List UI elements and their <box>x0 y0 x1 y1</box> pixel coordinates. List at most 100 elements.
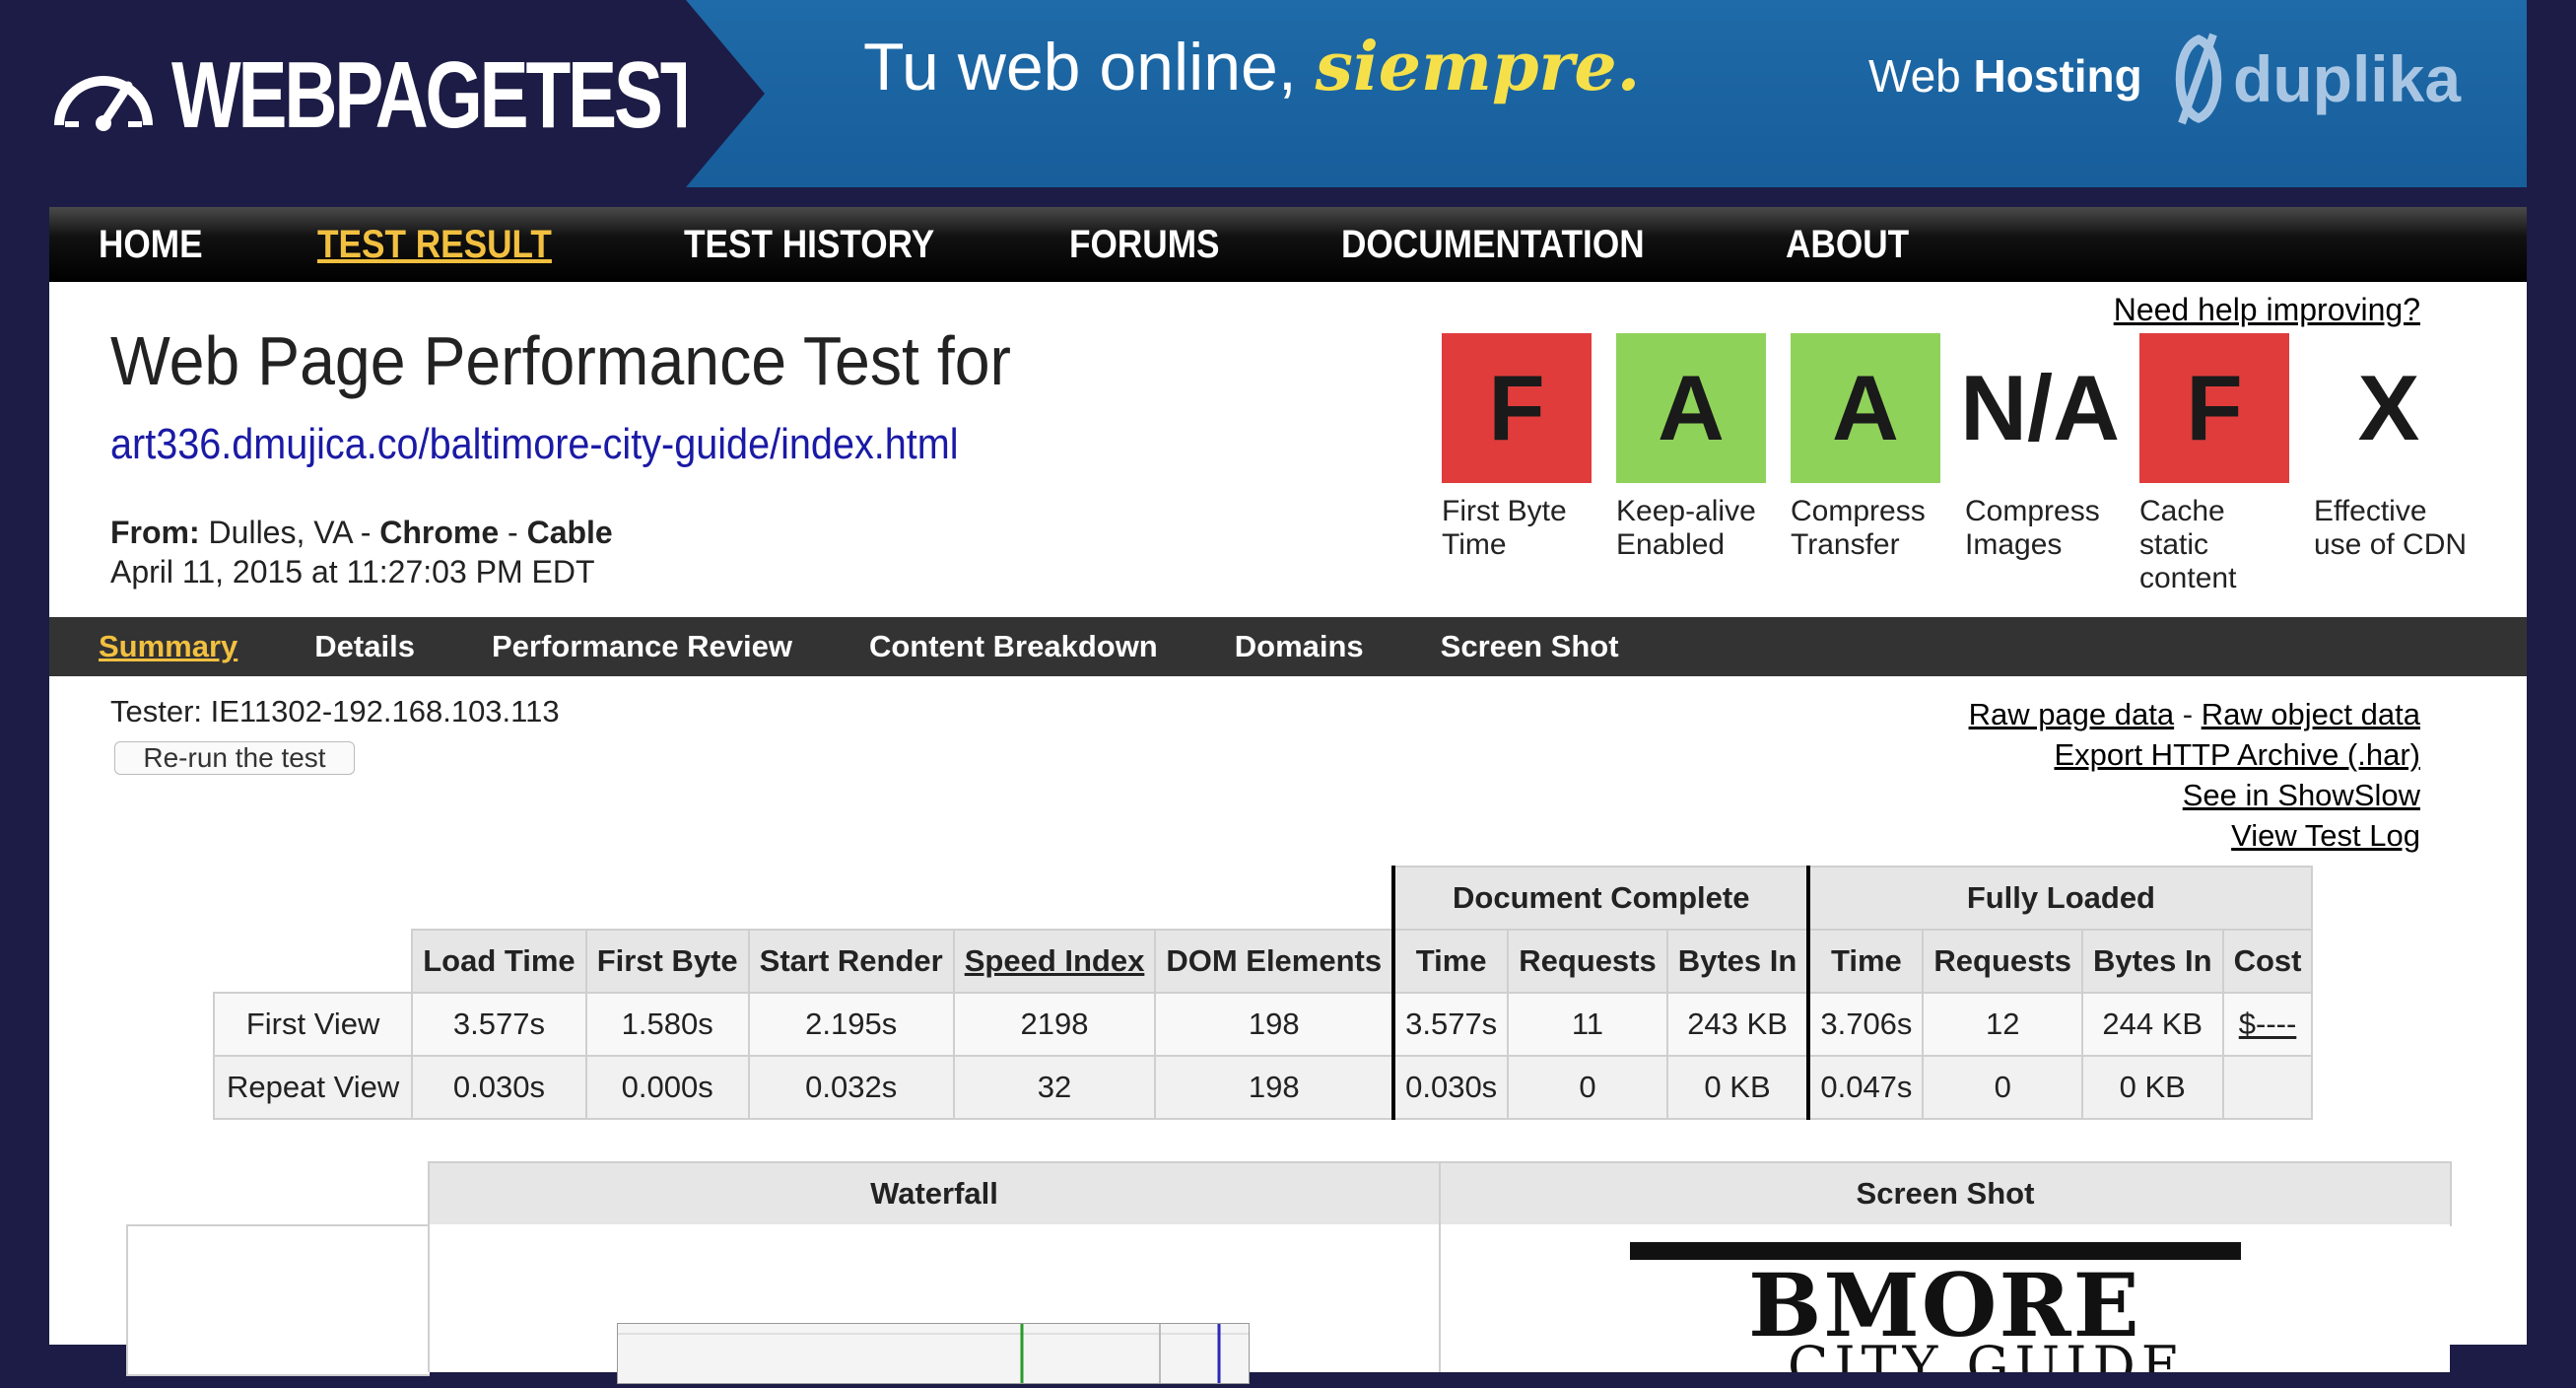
table-cell: 244 KB <box>2080 992 2224 1057</box>
grade-compress-transfer[interactable]: A Compress Transfer <box>1791 333 1965 595</box>
nav-about[interactable]: ABOUT <box>1786 223 1909 267</box>
table-cell: 0.000s <box>584 1055 750 1120</box>
test-log-link[interactable]: View Test Log <box>2231 818 2420 853</box>
tester-info: Tester: IE11302-192.168.103.113 <box>110 694 560 729</box>
need-help-link[interactable]: Need help improving? <box>2114 292 2420 328</box>
grade-label: Cache static content <box>2139 495 2237 594</box>
row-label: First View <box>212 992 414 1057</box>
screenshot-header: Screen Shot <box>1439 1161 2452 1226</box>
raw-object-data-link[interactable]: Raw object data <box>2202 697 2420 731</box>
table-cell: 243 KB <box>1665 992 1810 1057</box>
table-cell: 0 KB <box>2080 1055 2224 1120</box>
grade-label: Keep-alive Enabled <box>1616 495 1756 561</box>
banner-tagline-text: Tu web online, <box>863 30 1297 104</box>
media-panels: Waterfall Screen Shot BMORE CITY GUIDE <box>126 1161 2479 1384</box>
group-fully-loaded: Fully Loaded <box>1806 866 2314 931</box>
tab-domains[interactable]: Domains <box>1235 629 1364 664</box>
table-cell: 0 <box>1922 1055 2083 1120</box>
col-first-byte: First Byte <box>584 929 750 994</box>
grade-compress-images[interactable]: N/A Compress Images <box>1960 333 2139 595</box>
tab-details[interactable]: Details <box>314 629 415 664</box>
table-cell: 198 <box>1154 992 1395 1057</box>
tab-summary[interactable]: Summary <box>99 629 237 664</box>
grade-keep-alive[interactable]: A Keep-alive Enabled <box>1616 333 1791 595</box>
waterfall-thumbnail[interactable] <box>617 1323 1250 1384</box>
table-cell: 32 <box>952 1055 1157 1120</box>
banner-host-bold: Hosting <box>1973 50 2142 102</box>
table-cell: 0.047s <box>1806 1055 1925 1120</box>
table-cell: 11 <box>1507 992 1668 1057</box>
col-full-bytes: Bytes In <box>2080 929 2224 994</box>
grade-label: First Byte Time <box>1442 495 1567 561</box>
speedometer-icon <box>54 76 153 131</box>
col-load-time: Load Time <box>411 929 587 994</box>
export-har-link[interactable]: Export HTTP Archive (.har) <box>2054 737 2420 772</box>
table-cell: 198 <box>1154 1055 1395 1120</box>
grade-cdn[interactable]: X Effective use of CDN <box>2314 333 2488 595</box>
cost-link[interactable]: $---- <box>2221 992 2314 1057</box>
col-full-time: Time <box>1806 929 1925 994</box>
from-label: From: <box>110 515 200 550</box>
raw-page-data-link[interactable]: Raw page data <box>1969 697 2175 731</box>
col-doc-requests: Requests <box>1507 929 1668 994</box>
result-subnav: Summary Details Performance Review Conte… <box>49 617 2527 676</box>
banner-tagline: Tu web online, siempre. <box>863 28 1640 106</box>
banner-brand: duplika <box>2164 30 2461 128</box>
thumb-subtitle: CITY GUIDE <box>1788 1335 2187 1372</box>
test-date: April 11, 2015 at 11:27:03 PM EDT <box>110 554 595 590</box>
table-cell: 3.577s <box>411 992 587 1057</box>
table-cell: 2.195s <box>747 992 955 1057</box>
tab-performance-review[interactable]: Performance Review <box>492 629 792 664</box>
banner-brand-text: duplika <box>2233 42 2462 115</box>
table-cell: 1.580s <box>584 992 750 1057</box>
from-location: Dulles, VA <box>208 515 352 550</box>
grade-badge: A <box>1616 333 1766 483</box>
ad-banner[interactable]: Tu web online, siempre. Web Hosting dupl… <box>686 0 2527 187</box>
table-corner <box>214 930 413 994</box>
results-table: Document Complete Fully Loaded Load Time… <box>212 866 2314 1120</box>
tab-screen-shot[interactable]: Screen Shot <box>1441 629 1619 664</box>
table-cell <box>2221 1055 2314 1120</box>
col-full-requests: Requests <box>1922 929 2083 994</box>
row-label: Repeat View <box>212 1055 414 1120</box>
nav-test-history[interactable]: TEST HISTORY <box>684 223 934 267</box>
table-cell: 0.030s <box>1391 1055 1510 1120</box>
showslow-link[interactable]: See in ShowSlow <box>2183 778 2420 812</box>
grade-label: Compress Images <box>1965 495 2100 561</box>
nav-documentation[interactable]: DOCUMENTATION <box>1341 223 1645 267</box>
col-speed-index-link[interactable]: Speed Index <box>952 929 1157 994</box>
table-cell: 3.706s <box>1806 992 1925 1057</box>
grade-badge: A <box>1791 333 1940 483</box>
grade-label: Effective use of CDN <box>2314 495 2468 561</box>
table-cell: 0.030s <box>411 1055 587 1120</box>
from-sep-2: - <box>508 515 518 550</box>
col-doc-time: Time <box>1391 929 1510 994</box>
nav-forums[interactable]: FORUMS <box>1069 223 1220 267</box>
banner-tagline-accent: siempre. <box>1315 28 1641 106</box>
grade-badge: F <box>1442 333 1592 483</box>
banner-host-prefix: Web <box>1868 50 1961 102</box>
nav-test-result[interactable]: TEST RESULT <box>317 223 552 267</box>
grade-cache-static[interactable]: F Cache static content <box>2139 333 2314 595</box>
banner-hosting: Web Hosting <box>1868 49 2142 103</box>
logo-text: WEBPAGETEST <box>171 42 706 148</box>
table-cell: 0.032s <box>747 1055 955 1120</box>
screenshot-thumbnail[interactable]: BMORE CITY GUIDE <box>1630 1242 2241 1372</box>
data-links: Raw page data - Raw object data Export H… <box>1969 694 2420 856</box>
from-browser: Chrome <box>379 515 500 550</box>
tested-url-link[interactable]: art336.dmujica.co/baltimore-city-guide/i… <box>110 420 959 469</box>
rerun-test-button[interactable]: Re-run the test <box>114 741 355 775</box>
table-cell: 0 KB <box>1665 1055 1810 1120</box>
grade-label: Compress Transfer <box>1791 495 1926 561</box>
tab-content-breakdown[interactable]: Content Breakdown <box>869 629 1158 664</box>
table-cell: 0 <box>1507 1055 1668 1120</box>
nav-home[interactable]: HOME <box>99 223 203 267</box>
waterfall-header: Waterfall <box>428 1161 1441 1226</box>
grade-first-byte[interactable]: F First Byte Time <box>1442 333 1616 595</box>
table-cell: 12 <box>1922 992 2083 1057</box>
grade-badge: X <box>2314 333 2464 483</box>
from-connection: Cable <box>526 515 613 550</box>
page-title: Web Page Performance Test for <box>110 322 1011 399</box>
table-spacer <box>214 867 1393 930</box>
col-doc-bytes: Bytes In <box>1665 929 1810 994</box>
